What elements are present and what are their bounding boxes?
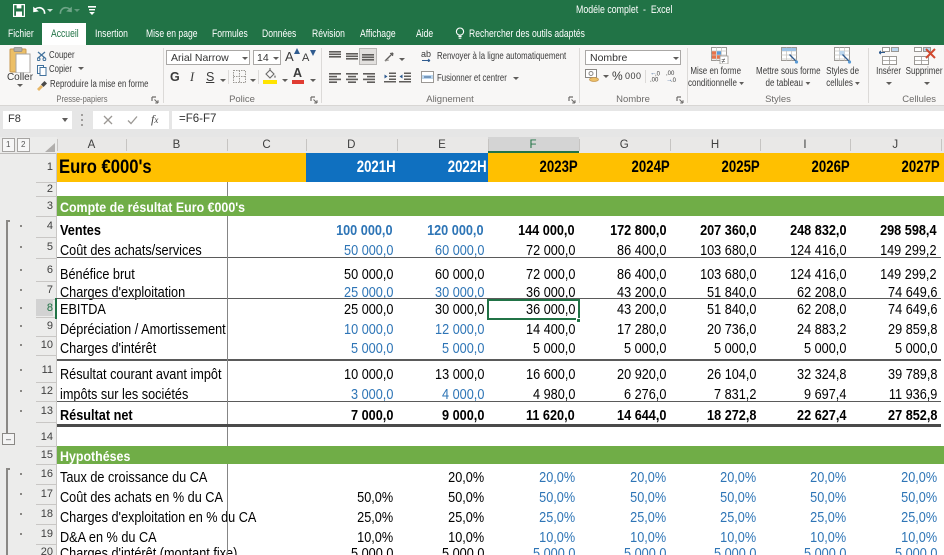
svg-text:ab: ab: [421, 49, 431, 59]
svg-text:≠: ≠: [722, 58, 726, 64]
svg-text:,00: ,00: [650, 78, 659, 83]
